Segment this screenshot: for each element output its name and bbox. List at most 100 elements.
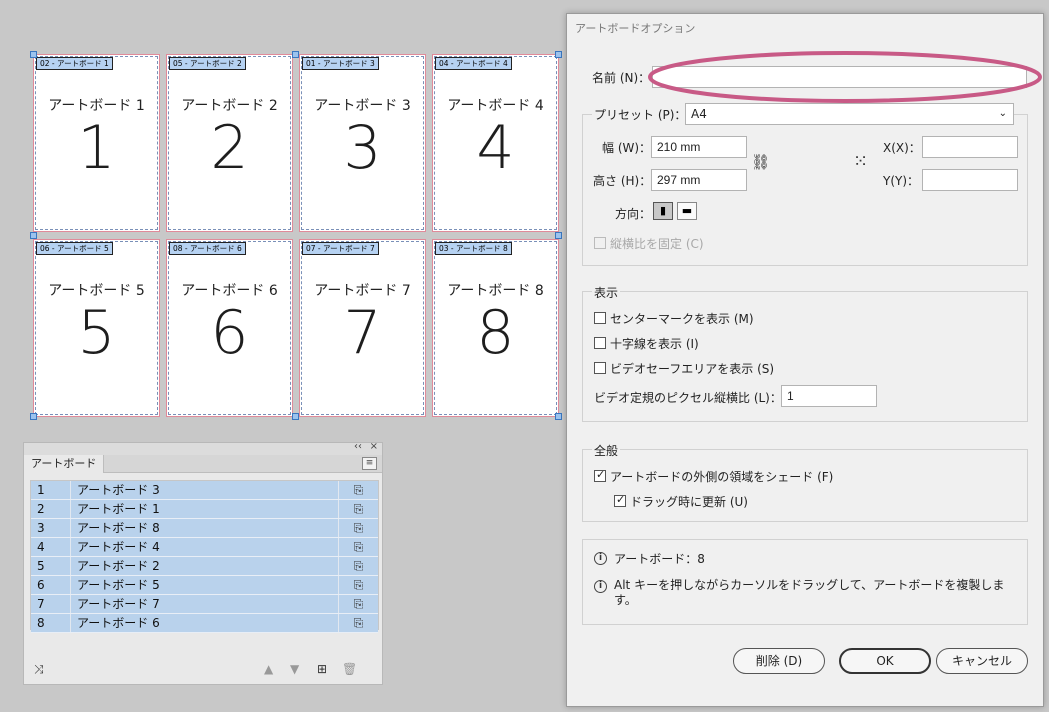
selection-handle[interactable]: [292, 51, 299, 58]
tab-artboards[interactable]: アートボード: [24, 455, 105, 473]
artboard-tag: 04 - アートボード 4: [435, 57, 512, 70]
collapse-icon[interactable]: ‹‹: [354, 441, 362, 452]
artboard-5[interactable]: 06 - アートボード 5 アートボード 5 5: [33, 239, 160, 417]
selection-handle[interactable]: [292, 413, 299, 420]
delete-button[interactable]: 削除 (D): [733, 648, 825, 674]
artboard-name: アートボード 8: [447, 283, 544, 299]
general-group: [582, 449, 1028, 522]
orientation-label: 方向：: [615, 207, 652, 221]
width-field[interactable]: [651, 136, 747, 158]
artboard-number: 7: [343, 298, 382, 368]
dialog-title: アートボードオプション: [575, 22, 696, 35]
artboard-number: 1: [77, 113, 116, 183]
center-mark-label: センターマークを表示 (M): [610, 312, 754, 326]
row-label: アートボード 4: [77, 539, 160, 554]
panel-titlebar[interactable]: ‹‹ ×: [24, 441, 382, 455]
row-index: 7: [31, 595, 71, 613]
artboard-1[interactable]: 02 - アートボード 1 アートボード 1 1: [33, 54, 160, 232]
row-label: アートボード 8: [77, 520, 160, 535]
highlight-ellipse: [648, 51, 1042, 103]
shade-checkbox[interactable]: [594, 468, 606, 482]
selection-handle[interactable]: [555, 51, 562, 58]
info-icon: i: [594, 580, 607, 593]
row-label: アートボード 7: [77, 596, 160, 611]
lock-ratio-checkbox[interactable]: [594, 237, 606, 249]
artboard-tag: 06 - アートボード 5: [36, 242, 113, 255]
artboard-options-icon[interactable]: ⎘: [338, 500, 378, 518]
info-icon: i: [594, 552, 607, 565]
reference-point-icon[interactable]: ⁙: [853, 151, 868, 172]
height-label: 高さ (H)：: [593, 174, 652, 188]
list-item[interactable]: 1 アートボード 3 ⎘: [31, 481, 378, 500]
artboard-options-dialog: アートボードオプション 名前 (N)： プリセット (P)： A4 ⌄ 幅 (W…: [566, 13, 1044, 707]
new-artboard-icon[interactable]: ⊞: [317, 662, 327, 676]
artboard-6[interactable]: 08 - アートボード 6 アートボード 6 6: [166, 239, 293, 417]
move-down-icon[interactable]: ▼: [290, 662, 299, 676]
link-icon[interactable]: ⛓: [751, 153, 770, 171]
list-item[interactable]: 4 アートボード 4 ⎘: [31, 538, 378, 557]
artboard-3[interactable]: 01 - アートボード 3 アートボード 3 3: [299, 54, 426, 232]
preset-select[interactable]: A4 ⌄: [685, 103, 1014, 125]
pixel-ratio-label: ビデオ定規のピクセル縦横比 (L)：: [594, 391, 782, 405]
artboard-options-icon[interactable]: ⎘: [338, 481, 378, 499]
artboard-tag: 02 - アートボード 1: [36, 57, 113, 70]
panel-menu-icon[interactable]: ≡: [362, 457, 377, 470]
artboard-8[interactable]: 03 - アートボード 8 アートボード 8 8: [432, 239, 559, 417]
selection-handle[interactable]: [555, 232, 562, 239]
pixel-ratio-field[interactable]: [781, 385, 877, 407]
center-mark-checkbox[interactable]: [594, 312, 606, 324]
artboard-options-icon[interactable]: ⎘: [338, 538, 378, 556]
row-index: 6: [31, 576, 71, 594]
row-label: アートボード 1: [77, 501, 160, 516]
move-up-icon[interactable]: ▲: [264, 662, 273, 676]
list-item[interactable]: 6 アートボード 5 ⎘: [31, 576, 378, 595]
artboard-name: アートボード 6: [181, 283, 278, 299]
general-title: 全般: [592, 442, 621, 459]
chevron-down-icon: ⌄: [998, 108, 1007, 119]
drag-update-checkbox[interactable]: [614, 493, 626, 507]
artboard-name: アートボード 7: [314, 283, 411, 299]
artboard-options-icon[interactable]: ⎘: [338, 595, 378, 613]
close-icon[interactable]: ×: [370, 441, 378, 452]
x-field[interactable]: [922, 136, 1018, 158]
artboard-options-icon[interactable]: ⎘: [338, 557, 378, 575]
width-label: 幅 (W)：: [602, 141, 652, 155]
artboard-options-icon[interactable]: ⎘: [338, 614, 378, 632]
ok-button[interactable]: OK: [839, 648, 931, 674]
rearrange-icon[interactable]: ⤨: [34, 662, 44, 677]
row-index: 4: [31, 538, 71, 556]
list-item[interactable]: 7 アートボード 7 ⎘: [31, 595, 378, 614]
artboard-4[interactable]: 04 - アートボード 4 アートボード 4 4: [432, 54, 559, 232]
portrait-icon[interactable]: ▮: [653, 202, 673, 220]
height-field[interactable]: [651, 169, 747, 191]
crosshair-label: 十字線を表示 (I): [610, 337, 699, 351]
selection-handle[interactable]: [555, 413, 562, 420]
list-item[interactable]: 2 アートボード 1 ⎘: [31, 500, 378, 519]
row-label: アートボード 6: [77, 615, 160, 630]
duplicate-tip: Alt キーを押しながらカーソルをドラッグして、アートボードを複製します。: [614, 578, 1005, 607]
cancel-button[interactable]: キャンセル: [936, 648, 1028, 674]
list-item[interactable]: 3 アートボード 8 ⎘: [31, 519, 378, 538]
list-item[interactable]: 5 アートボード 2 ⎘: [31, 557, 378, 576]
artboard-options-icon[interactable]: ⎘: [338, 576, 378, 594]
landscape-icon[interactable]: ▬: [677, 202, 697, 220]
artboard-options-icon[interactable]: ⎘: [338, 519, 378, 537]
selection-handle[interactable]: [30, 413, 37, 420]
artboard-name: アートボード 1: [48, 98, 145, 114]
delete-artboard-icon[interactable]: 🗑: [342, 662, 357, 676]
artboard-name: アートボード 5: [48, 283, 145, 299]
artboard-7[interactable]: 07 - アートボード 7 アートボード 7 7: [299, 239, 426, 417]
preset-value: A4: [691, 107, 707, 121]
selection-handle[interactable]: [30, 232, 37, 239]
artboard-number: 2: [210, 113, 249, 183]
selection-handle[interactable]: [30, 51, 37, 58]
artboard-2[interactable]: 05 - アートボード 2 アートボード 2 2: [166, 54, 293, 232]
y-field[interactable]: [922, 169, 1018, 191]
list-item[interactable]: 8 アートボード 6 ⎘: [31, 614, 378, 633]
artboard-name: アートボード 3: [314, 98, 411, 114]
artboard-count: アートボード：8: [614, 552, 705, 566]
crosshair-checkbox[interactable]: [594, 337, 606, 349]
row-index: 8: [31, 614, 71, 632]
shade-label: アートボードの外側の領域をシェード (F): [610, 470, 834, 484]
video-safe-checkbox[interactable]: [594, 362, 606, 374]
